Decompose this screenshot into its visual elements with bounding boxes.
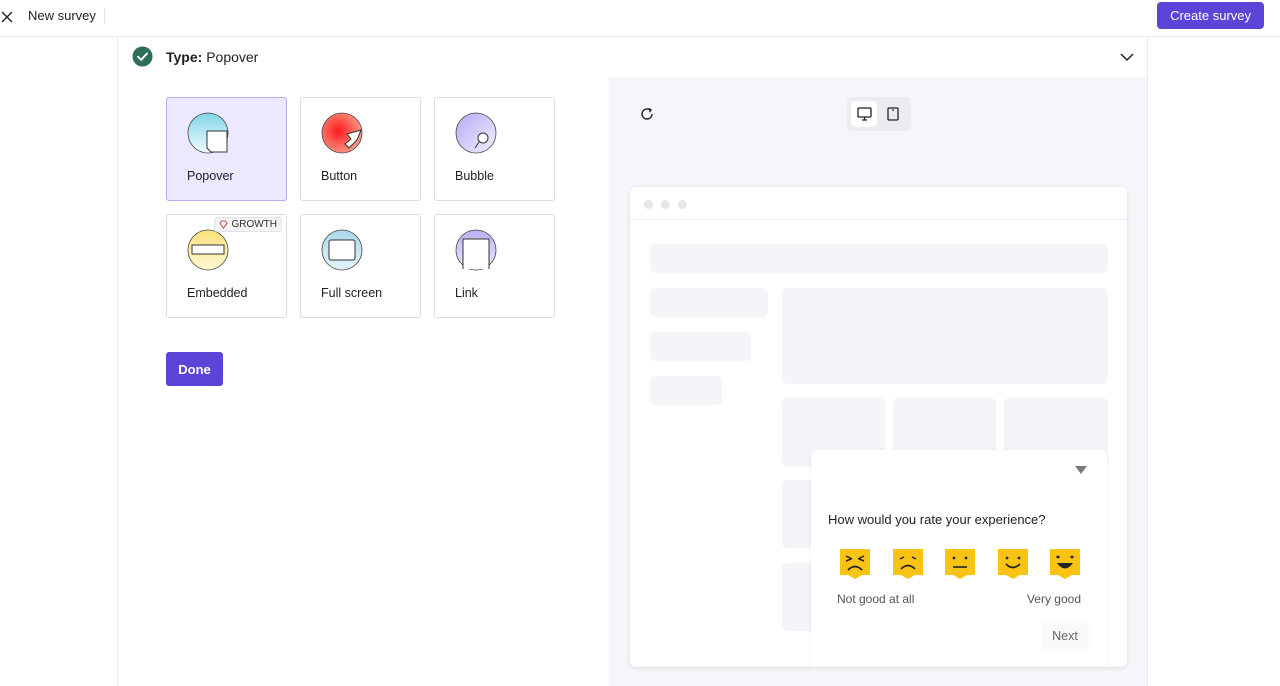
window-dot xyxy=(644,200,653,209)
type-value: Popover xyxy=(206,49,259,65)
type-option-button[interactable]: Button xyxy=(300,97,421,201)
skeleton-block xyxy=(650,244,1108,273)
type-option-bubble[interactable]: Bubble xyxy=(434,97,555,201)
rating-face-5-icon[interactable] xyxy=(1047,548,1083,580)
link-icon xyxy=(455,229,497,271)
tablet-view-toggle[interactable] xyxy=(880,101,906,127)
option-label: Link xyxy=(455,286,478,300)
option-label: Button xyxy=(321,169,358,183)
rating-face-1-icon[interactable] xyxy=(837,548,873,580)
preview-browser: How would you rate your experience? Not … xyxy=(630,187,1127,667)
diamond-icon xyxy=(219,220,229,229)
type-heading[interactable]: Type: Popover xyxy=(166,49,258,65)
tablet-icon xyxy=(887,107,899,121)
rating-face-2-icon[interactable] xyxy=(890,548,926,580)
survey-preview: How would you rate your experience? Not … xyxy=(609,77,1147,686)
growth-badge: GROWTH xyxy=(214,217,282,232)
bubble-icon xyxy=(455,112,497,154)
top-bar: New survey Create survey xyxy=(0,0,1280,37)
refresh-icon[interactable] xyxy=(639,106,655,122)
option-label: Full screen xyxy=(321,286,383,300)
next-button[interactable]: Next xyxy=(1041,621,1089,651)
full-screen-icon xyxy=(321,229,363,271)
option-label: Bubble xyxy=(455,169,494,183)
rating-scale xyxy=(837,548,1085,580)
rating-face-3-icon[interactable] xyxy=(942,548,978,580)
type-prefix: Type: xyxy=(166,49,203,65)
close-icon[interactable] xyxy=(0,6,18,24)
type-option-popover[interactable]: Popover xyxy=(166,97,287,201)
type-option-embedded[interactable]: GROWTH Embedded xyxy=(166,214,287,318)
rating-face-4-icon[interactable] xyxy=(995,548,1031,580)
skeleton-block xyxy=(650,288,768,317)
type-option-full-screen[interactable]: Full screen xyxy=(300,214,421,318)
survey-question: How would you rate your experience? xyxy=(828,512,1046,527)
check-circle-icon xyxy=(132,46,153,67)
desktop-view-toggle[interactable] xyxy=(851,101,877,127)
scale-high-label: Very good xyxy=(1026,592,1081,606)
option-label: Embedded xyxy=(187,286,248,300)
monitor-icon xyxy=(856,107,872,121)
browser-header xyxy=(630,187,1127,220)
window-dot xyxy=(678,200,687,209)
survey-popover: How would you rate your experience? Not … xyxy=(811,450,1107,667)
option-label: Popover xyxy=(187,169,234,183)
skeleton-block xyxy=(650,376,722,405)
skeleton-block xyxy=(782,288,1108,384)
popover-icon xyxy=(187,112,229,154)
embedded-icon xyxy=(187,229,229,271)
survey-title: New survey xyxy=(28,8,105,24)
type-panel: Type: Popover Popover Button Bubble GROW… xyxy=(117,37,1148,686)
collapse-toggle-icon[interactable] xyxy=(1075,466,1087,474)
device-toggle xyxy=(847,97,911,131)
badge-label: GROWTH xyxy=(231,219,277,230)
window-dot xyxy=(661,200,670,209)
chevron-down-icon[interactable] xyxy=(1119,49,1135,65)
scale-low-label: Not good at all xyxy=(837,592,915,606)
button-icon xyxy=(321,112,363,154)
skeleton-block xyxy=(650,332,751,361)
type-option-link[interactable]: Link xyxy=(434,214,555,318)
create-survey-button[interactable]: Create survey xyxy=(1157,2,1264,29)
done-button[interactable]: Done xyxy=(166,352,223,386)
